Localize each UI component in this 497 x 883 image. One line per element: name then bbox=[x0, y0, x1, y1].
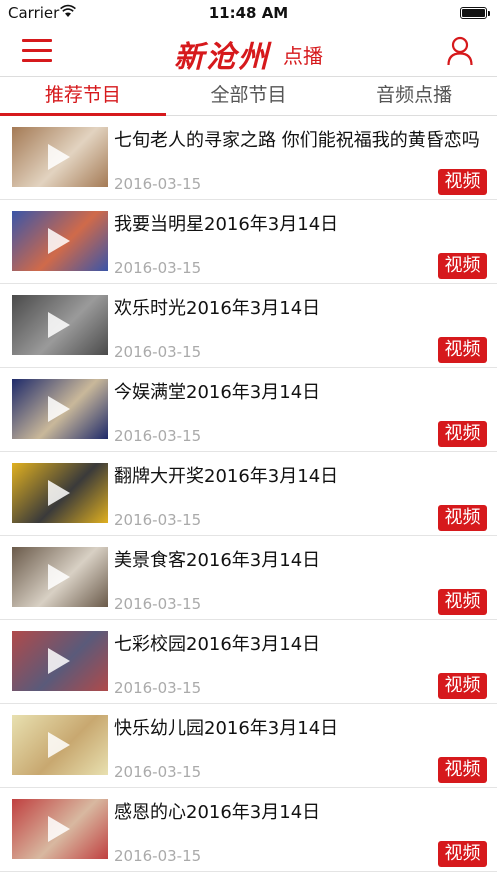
play-icon bbox=[48, 144, 70, 170]
list-item[interactable]: 欢乐时光2016年3月14日 2016-03-15 视频 bbox=[0, 284, 497, 368]
video-badge: 视频 bbox=[438, 505, 487, 531]
program-date: 2016-03-15 bbox=[114, 259, 202, 277]
program-date: 2016-03-15 bbox=[114, 595, 202, 613]
program-title: 美景食客2016年3月14日 bbox=[114, 550, 321, 571]
list-item[interactable]: 七旬老人的寻家之路 你们能祝福我的黄昏恋吗 2016-03-15 视频 bbox=[0, 116, 497, 200]
program-title: 翻牌大开奖2016年3月14日 bbox=[114, 466, 339, 487]
program-title: 七彩校园2016年3月14日 bbox=[114, 634, 321, 655]
list-item[interactable]: 七彩校园2016年3月14日 2016-03-15 视频 bbox=[0, 620, 497, 704]
play-icon bbox=[48, 228, 70, 254]
tab-all-programs[interactable]: 全部节目 bbox=[166, 77, 332, 115]
program-list: 七旬老人的寻家之路 你们能祝福我的黄昏恋吗 2016-03-15 视频 我要当明星20… bbox=[0, 116, 497, 872]
program-date: 2016-03-15 bbox=[114, 175, 202, 193]
play-icon bbox=[48, 564, 70, 590]
list-item[interactable]: 感恩的心2016年3月14日 2016-03-15 视频 bbox=[0, 788, 497, 872]
video-badge: 视频 bbox=[438, 169, 487, 195]
video-thumbnail bbox=[12, 211, 108, 271]
program-date: 2016-03-15 bbox=[114, 847, 202, 865]
video-badge: 视频 bbox=[438, 589, 487, 615]
user-icon[interactable] bbox=[447, 36, 473, 66]
video-badge: 视频 bbox=[438, 841, 487, 867]
page-subtitle: 点播 bbox=[283, 43, 324, 68]
program-date: 2016-03-15 bbox=[114, 427, 202, 445]
program-date: 2016-03-15 bbox=[114, 763, 202, 781]
program-title: 我要当明星2016年3月14日 bbox=[114, 214, 339, 235]
program-title: 今娱满堂2016年3月14日 bbox=[114, 382, 321, 403]
list-item[interactable]: 翻牌大开奖2016年3月14日 2016-03-15 视频 bbox=[0, 452, 497, 536]
play-icon bbox=[48, 732, 70, 758]
list-item[interactable]: 美景食客2016年3月14日 2016-03-15 视频 bbox=[0, 536, 497, 620]
video-thumbnail bbox=[12, 799, 108, 859]
video-thumbnail bbox=[12, 463, 108, 523]
status-bar: Carrier 11:48 AM bbox=[0, 0, 497, 26]
program-date: 2016-03-15 bbox=[114, 679, 202, 697]
video-thumbnail bbox=[12, 547, 108, 607]
video-thumbnail bbox=[12, 295, 108, 355]
tab-audio[interactable]: 音频点播 bbox=[331, 77, 497, 115]
video-badge: 视频 bbox=[438, 757, 487, 783]
video-badge: 视频 bbox=[438, 421, 487, 447]
video-thumbnail bbox=[12, 715, 108, 775]
video-badge: 视频 bbox=[438, 337, 487, 363]
play-icon bbox=[48, 648, 70, 674]
video-thumbnail bbox=[12, 631, 108, 691]
program-title: 感恩的心2016年3月14日 bbox=[114, 802, 321, 823]
tab-recommended[interactable]: 推荐节目 bbox=[0, 77, 166, 116]
program-title: 欢乐时光2016年3月14日 bbox=[114, 298, 321, 319]
nav-bar: 新沧州 点播 bbox=[0, 26, 497, 76]
play-icon bbox=[48, 312, 70, 338]
list-item[interactable]: 今娱满堂2016年3月14日 2016-03-15 视频 bbox=[0, 368, 497, 452]
play-icon bbox=[48, 396, 70, 422]
list-item[interactable]: 快乐幼儿园2016年3月14日 2016-03-15 视频 bbox=[0, 704, 497, 788]
list-item[interactable]: 我要当明星2016年3月14日 2016-03-15 视频 bbox=[0, 200, 497, 284]
program-title: 七旬老人的寻家之路 你们能祝福我的黄昏恋吗 bbox=[114, 130, 480, 151]
clock: 11:48 AM bbox=[208, 4, 289, 22]
program-date: 2016-03-15 bbox=[114, 511, 202, 529]
play-icon bbox=[48, 480, 70, 506]
battery-icon bbox=[460, 7, 490, 19]
tab-bar: 推荐节目 全部节目 音频点播 bbox=[0, 76, 497, 116]
video-badge: 视频 bbox=[438, 673, 487, 699]
play-icon bbox=[48, 816, 70, 842]
video-thumbnail bbox=[12, 379, 108, 439]
program-title: 快乐幼儿园2016年3月14日 bbox=[114, 718, 339, 739]
brand: 新沧州 点播 bbox=[0, 32, 497, 76]
program-date: 2016-03-15 bbox=[114, 343, 202, 361]
logo: 新沧州 bbox=[173, 40, 270, 75]
video-badge: 视频 bbox=[438, 253, 487, 279]
video-thumbnail bbox=[12, 127, 108, 187]
